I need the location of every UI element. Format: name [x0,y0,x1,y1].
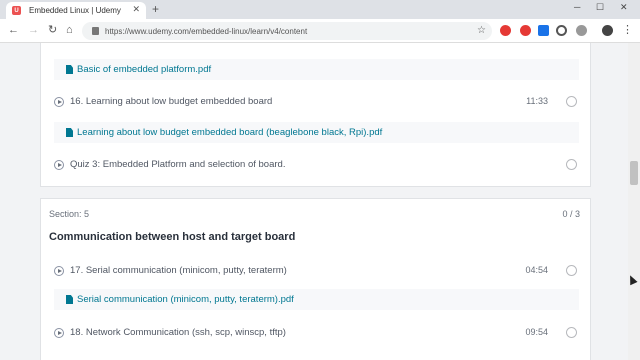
lecture-item[interactable]: 18. Network Communication (ssh, scp, win… [41,317,590,349]
section-card: Section: 5 0 / 3 Communication between h… [40,198,591,360]
lecture-title[interactable]: 18. Network Communication (ssh, scp, win… [70,327,286,338]
section-card: Basic of embedded platform.pdf 16. Learn… [40,43,591,187]
resource-item[interactable]: Basic of embedded platform.pdf [54,59,579,80]
checkbox-circle-icon[interactable] [566,265,577,276]
menu-kebab-icon[interactable]: ⋮ [622,24,633,36]
checkbox-circle-icon[interactable] [566,327,577,338]
checkbox-circle-icon[interactable] [566,159,577,170]
pdf-file-icon [66,128,73,137]
address-bar[interactable]: https://www.udemy.com/embedded-linux/lea… [82,22,492,40]
extension-icon[interactable] [520,25,531,36]
pdf-file-icon [66,65,73,74]
lecture-title[interactable]: 17. Serial communication (minicom, putty… [70,265,287,276]
maximize-icon[interactable]: ☐ [596,2,604,13]
lecture-item[interactable]: 16. Learning about low budget embedded b… [41,86,590,118]
reload-icon[interactable]: ↻ [48,24,57,36]
settings-extension-icon[interactable] [556,25,567,36]
resource-item[interactable]: Learning about low budget embedded board… [54,122,579,143]
window-close-icon[interactable]: ✕ [620,2,628,13]
forward-arrow-icon[interactable]: → [28,24,39,36]
pdf-file-icon [66,295,73,304]
browser-toolbar: ← → ↻ ⌂ https://www.udemy.com/embedded-l… [0,19,640,43]
quiz-title[interactable]: Quiz 3: Embedded Platform and selection … [70,159,285,170]
lecture-duration: 09:54 [525,327,548,337]
bookmark-star-icon[interactable]: ☆ [477,25,486,36]
resource-link[interactable]: Basic of embedded platform.pdf [77,64,211,75]
section-number: Section: 5 [49,209,90,219]
resource-item[interactable]: Serial communication (minicom, putty, te… [54,289,579,310]
play-icon[interactable] [54,97,64,107]
browser-tab[interactable]: U Embedded Linux | Udemy ✕ [6,2,146,19]
bookmark-extension-icon[interactable] [538,25,549,36]
section-progress: 0 / 3 [562,209,580,219]
url-text: https://www.udemy.com/embedded-linux/lea… [105,26,308,36]
lock-icon [92,27,99,35]
tab-title: Embedded Linux | Udemy [29,6,121,15]
tab-close-icon[interactable]: ✕ [132,4,140,15]
adblock-extension-icon[interactable] [500,25,511,36]
home-icon[interactable]: ⌂ [66,24,73,36]
lecture-duration: 11:33 [526,96,548,106]
play-icon[interactable] [54,266,64,276]
new-tab-button[interactable]: + [152,3,159,15]
lecture-item[interactable]: 17. Serial communication (minicom, putty… [41,255,590,287]
checkbox-circle-icon[interactable] [566,96,577,107]
resource-link[interactable]: Serial communication (minicom, putty, te… [77,294,294,305]
lecture-title[interactable]: 16. Learning about low budget embedded b… [70,96,272,107]
course-content: Basic of embedded platform.pdf 16. Learn… [0,43,628,360]
resource-link[interactable]: Learning about low budget embedded board… [77,127,382,138]
quiz-item[interactable]: Quiz 3: Embedded Platform and selection … [41,149,590,181]
cloud-extension-icon[interactable] [576,25,587,36]
play-icon[interactable] [54,328,64,338]
tab-strip: U Embedded Linux | Udemy ✕ + ─ ☐ ✕ [0,0,640,19]
back-arrow-icon[interactable]: ← [8,24,19,36]
minimize-icon[interactable]: ─ [574,2,580,12]
lecture-duration: 04:54 [525,265,548,275]
section-title: Communication between host and target bo… [49,231,296,243]
quiz-icon[interactable] [54,160,64,170]
scrollbar[interactable] [628,43,640,360]
avatar[interactable] [602,25,613,36]
udemy-favicon-icon: U [12,6,21,15]
scrollbar-thumb[interactable] [630,161,638,185]
